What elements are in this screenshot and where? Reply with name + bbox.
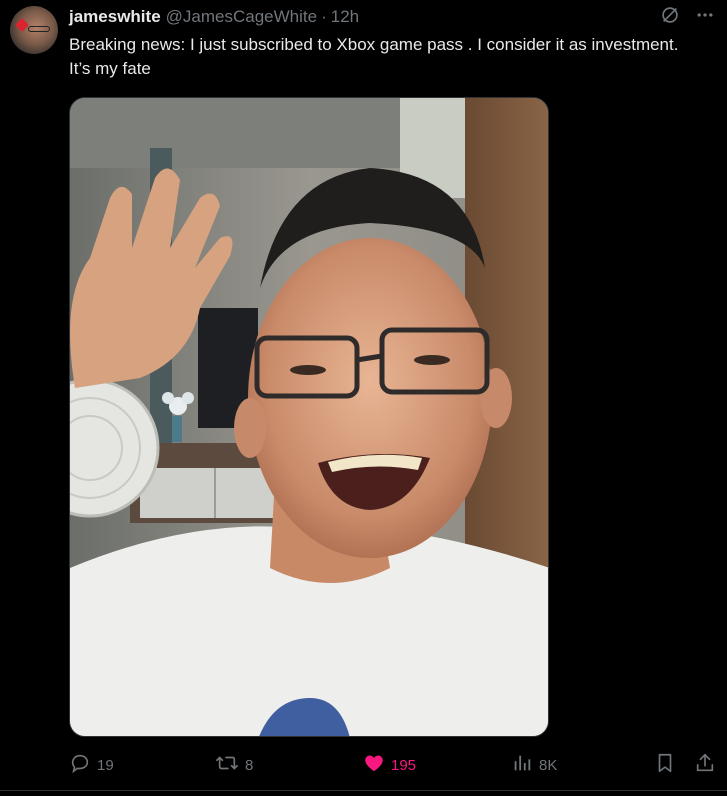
like-count: 195 <box>391 756 417 774</box>
tweet-photo[interactable] <box>69 97 549 737</box>
heart-filled-icon <box>363 752 385 778</box>
share-button[interactable] <box>694 752 716 778</box>
views-chart-icon <box>511 752 533 778</box>
header-actions <box>659 4 715 26</box>
avatar[interactable] <box>10 6 58 54</box>
timestamp[interactable]: 12h <box>331 7 359 27</box>
user-handle[interactable]: @JamesCageWhite <box>166 7 317 27</box>
views-button[interactable]: 8K <box>511 752 557 778</box>
repost-count: 8 <box>245 756 254 774</box>
bookmark-button[interactable] <box>654 752 676 778</box>
reply-button[interactable]: 19 <box>69 752 114 778</box>
separator-dot: · <box>321 7 327 26</box>
like-button[interactable]: 195 <box>363 752 416 778</box>
tweet-text: Breaking news: I just subscribed to Xbox… <box>69 35 679 78</box>
grok-slash-icon[interactable] <box>659 4 681 26</box>
more-icon[interactable] <box>695 5 715 25</box>
tweet-header: jameswhite @JamesCageWhite · 12h <box>69 6 359 28</box>
avatar-glasses <box>28 26 50 32</box>
views-count: 8K <box>539 756 558 774</box>
repost-button[interactable]: 8 <box>215 752 253 778</box>
repost-icon <box>215 752 239 778</box>
bookmark-icon <box>654 752 676 778</box>
display-name[interactable]: jameswhite <box>69 7 161 27</box>
tweet[interactable]: jameswhite @JamesCageWhite · 12h Breakin… <box>0 0 727 796</box>
share-icon <box>694 752 716 778</box>
avatar-heart-icon <box>14 17 30 33</box>
divider <box>0 790 727 791</box>
reply-count: 19 <box>97 756 114 774</box>
reply-icon <box>69 752 91 778</box>
tweet-actions: 19 8 195 8K <box>69 752 719 778</box>
